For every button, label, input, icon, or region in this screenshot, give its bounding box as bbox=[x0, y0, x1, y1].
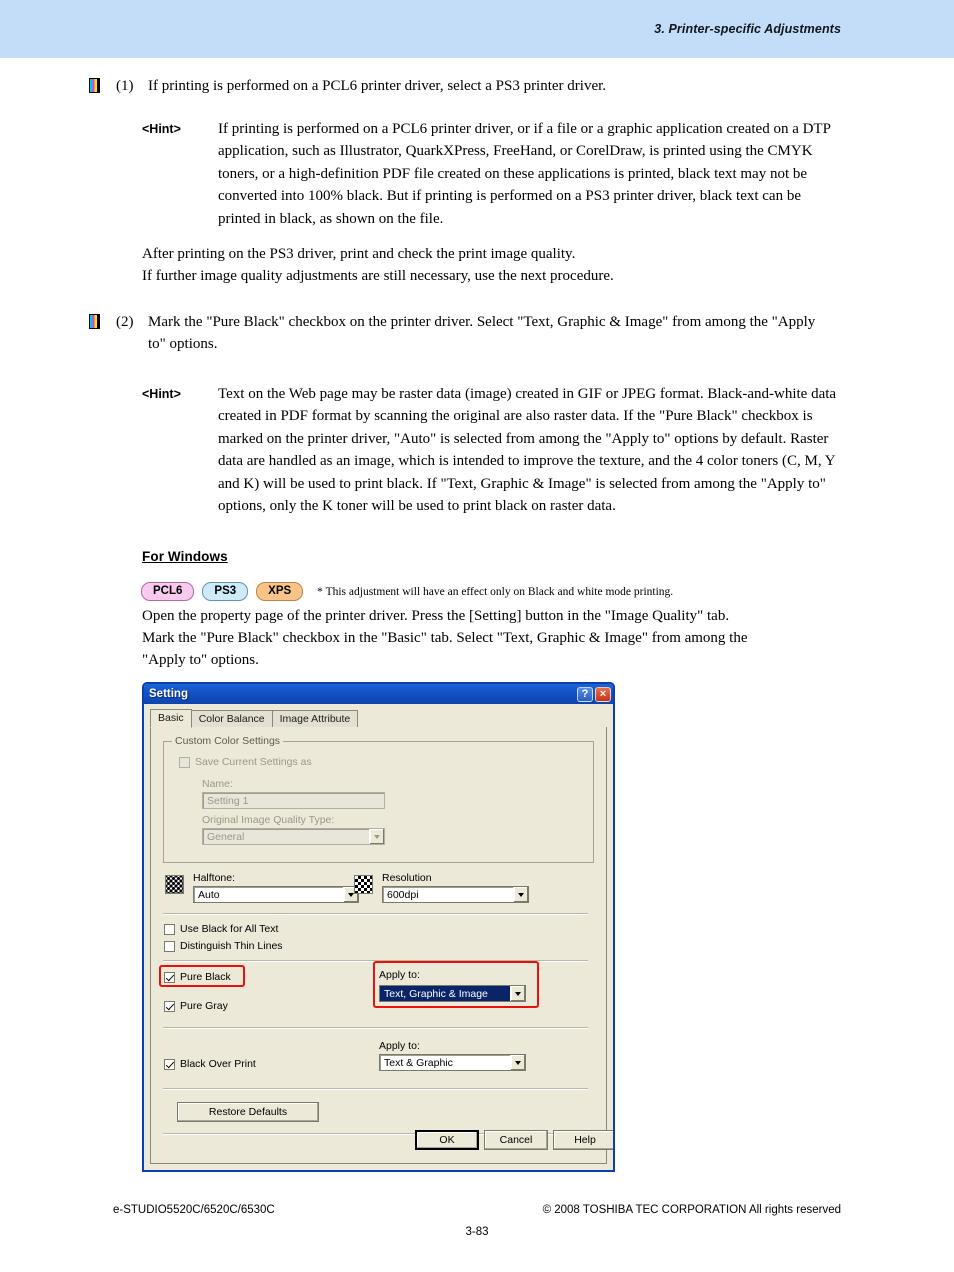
hint-label-2: <Hint> bbox=[142, 387, 181, 401]
resolution-checker-icon bbox=[354, 875, 373, 894]
halftone-label: Halftone: bbox=[193, 872, 236, 884]
separator-1 bbox=[163, 913, 588, 915]
for-windows-line-1: Open the property page of the printer dr… bbox=[142, 608, 730, 624]
step-1-bullet-cell bbox=[89, 75, 116, 96]
badge-ps3: PS3 bbox=[202, 582, 249, 601]
step-1-row: (1) If printing is performed on a PCL6 p… bbox=[89, 75, 879, 97]
setting-dialog[interactable]: Setting ? × Basic Color Balance Image At… bbox=[142, 682, 615, 1172]
dialog-title: Setting bbox=[149, 688, 188, 700]
help-icon[interactable]: ? bbox=[577, 686, 593, 702]
separator-3 bbox=[163, 1027, 588, 1029]
halftone-dither-icon bbox=[165, 875, 184, 894]
tab-image-attribute[interactable]: Image Attribute bbox=[271, 710, 359, 728]
pure-gray-label: Pure Gray bbox=[180, 1000, 228, 1012]
pure-black-label: Pure Black bbox=[180, 971, 231, 983]
hint-text-2: Text on the Web page may be raster data … bbox=[218, 383, 840, 517]
footer-copyright: © 2008 TOSHIBA TEC CORPORATION All right… bbox=[542, 1204, 841, 1216]
checkbox-box bbox=[164, 971, 175, 983]
separator-4 bbox=[163, 1088, 588, 1090]
step-1-hint-block: <Hint> If printing is performed on a PCL… bbox=[142, 118, 842, 230]
chevron-down-icon[interactable] bbox=[510, 986, 525, 1001]
checkbox-box bbox=[164, 923, 175, 935]
halftone-value: Auto bbox=[198, 888, 220, 901]
distinguish-thin-lines-checkbox[interactable]: Distinguish Thin Lines bbox=[164, 940, 283, 952]
after-step-1-line-1: After printing on the PS3 driver, print … bbox=[142, 246, 576, 262]
footer-page-number: 3-83 bbox=[465, 1226, 489, 1238]
for-windows-line-2: Mark the "Pure Black" checkbox in the "B… bbox=[142, 630, 748, 646]
tab-color-balance[interactable]: Color Balance bbox=[190, 710, 273, 728]
hint-text-1-paragraph: If printing is performed on a PCL6 print… bbox=[218, 121, 831, 227]
badge-xps: XPS bbox=[256, 582, 304, 601]
cmyk-bar-icon bbox=[89, 314, 100, 329]
save-current-settings-label: Save Current Settings as bbox=[195, 756, 312, 768]
original-image-quality-type-value: General bbox=[207, 830, 245, 843]
restore-defaults-button[interactable]: Restore Defaults bbox=[177, 1102, 319, 1122]
chevron-down-icon[interactable] bbox=[513, 887, 528, 902]
step-2-number: (2) bbox=[116, 314, 134, 330]
after-step-1-line-2: If further image quality adjustments are… bbox=[142, 268, 614, 284]
tab-basic[interactable]: Basic bbox=[150, 709, 192, 728]
cancel-button[interactable]: Cancel bbox=[484, 1130, 548, 1150]
black-over-print-checkbox[interactable]: Black Over Print bbox=[164, 1058, 256, 1070]
resolution-value: 600dpi bbox=[387, 888, 419, 901]
black-over-print-apply-to-label: Apply to: bbox=[379, 1040, 420, 1052]
driver-badge-row: PCL6 PS3 XPS * This adjustment will have… bbox=[141, 582, 673, 601]
footer-model: e-STUDIO5520C/6520C/6530C bbox=[113, 1204, 275, 1216]
original-image-quality-type-label: Original Image Quality Type: bbox=[202, 814, 335, 826]
use-black-for-all-text-checkbox[interactable]: Use Black for All Text bbox=[164, 923, 278, 935]
pure-black-apply-to-value: Text, Graphic & Image bbox=[380, 986, 510, 1001]
hint-text-2-paragraph: Text on the Web page may be raster data … bbox=[218, 386, 837, 515]
dialog-tabstrip: Basic Color Balance Image Attribute bbox=[150, 709, 607, 729]
original-image-quality-type-select[interactable]: General bbox=[202, 828, 385, 845]
resolution-select[interactable]: 600dpi bbox=[382, 886, 529, 903]
black-over-print-apply-to-select[interactable]: Text & Graphic bbox=[379, 1054, 526, 1071]
pure-black-apply-to-select[interactable]: Text, Graphic & Image bbox=[379, 985, 526, 1002]
hint-label-1: <Hint> bbox=[142, 122, 181, 136]
dialog-titlebar[interactable]: Setting ? × bbox=[144, 684, 613, 704]
name-label: Name: bbox=[202, 778, 233, 790]
chapter-title: 3. Printer-specific Adjustments bbox=[654, 22, 841, 36]
custom-color-settings-group: Custom Color Settings Save Current Setti… bbox=[163, 735, 594, 863]
chevron-down-icon[interactable] bbox=[510, 1055, 525, 1070]
close-icon[interactable]: × bbox=[595, 686, 611, 702]
ok-button[interactable]: OK bbox=[415, 1130, 479, 1150]
hint-text-1: If printing is performed on a PCL6 print… bbox=[218, 118, 840, 230]
custom-color-settings-title: Custom Color Settings bbox=[172, 735, 284, 747]
after-step-1-paragraph: After printing on the PS3 driver, print … bbox=[142, 243, 842, 287]
checkbox-box bbox=[164, 1000, 175, 1012]
save-current-settings-checkbox[interactable]: Save Current Settings as bbox=[179, 756, 312, 768]
step-1-text: If printing is performed on a PCL6 print… bbox=[148, 78, 607, 94]
page-header-banner: 3. Printer-specific Adjustments bbox=[0, 0, 954, 58]
checkbox-box bbox=[164, 940, 175, 952]
black-over-print-apply-to-value: Text & Graphic bbox=[384, 1056, 453, 1069]
use-black-for-all-text-label: Use Black for All Text bbox=[180, 923, 279, 935]
help-button[interactable]: Help bbox=[553, 1130, 613, 1150]
black-over-print-label: Black Over Print bbox=[180, 1058, 256, 1070]
pure-black-checkbox[interactable]: Pure Black bbox=[164, 971, 231, 983]
section-heading-for-windows: For Windows bbox=[142, 549, 228, 564]
badge-pcl6: PCL6 bbox=[141, 582, 195, 601]
step-2-text: Mark the "Pure Black" checkbox on the pr… bbox=[148, 314, 816, 352]
name-input[interactable]: Setting 1 bbox=[202, 792, 385, 809]
checkbox-box bbox=[179, 756, 190, 768]
dialog-titlebar-buttons: ? × bbox=[577, 686, 611, 702]
step-2-bullet-cell bbox=[89, 311, 116, 332]
step-2-row: (2) Mark the "Pure Black" checkbox on th… bbox=[89, 311, 829, 355]
distinguish-thin-lines-label: Distinguish Thin Lines bbox=[180, 940, 283, 952]
halftone-select[interactable]: Auto bbox=[193, 886, 359, 903]
checkbox-box bbox=[164, 1058, 175, 1070]
pure-gray-checkbox[interactable]: Pure Gray bbox=[164, 1000, 228, 1012]
tab-page-basic: Custom Color Settings Save Current Setti… bbox=[150, 727, 607, 1164]
cmyk-bar-icon bbox=[89, 78, 100, 93]
for-windows-instructions: Open the property page of the printer dr… bbox=[142, 605, 862, 671]
step-2-hint-block: <Hint> Text on the Web page may be raste… bbox=[142, 383, 842, 517]
resolution-label: Resolution bbox=[382, 872, 432, 884]
for-windows-line-3: "Apply to" options. bbox=[142, 652, 259, 668]
separator-2 bbox=[163, 960, 588, 962]
chevron-down-icon[interactable] bbox=[369, 829, 384, 844]
badge-note-text: * This adjustment will have an effect on… bbox=[317, 585, 674, 598]
step-1-number: (1) bbox=[116, 78, 134, 94]
pure-black-apply-to-label: Apply to: bbox=[379, 969, 420, 981]
